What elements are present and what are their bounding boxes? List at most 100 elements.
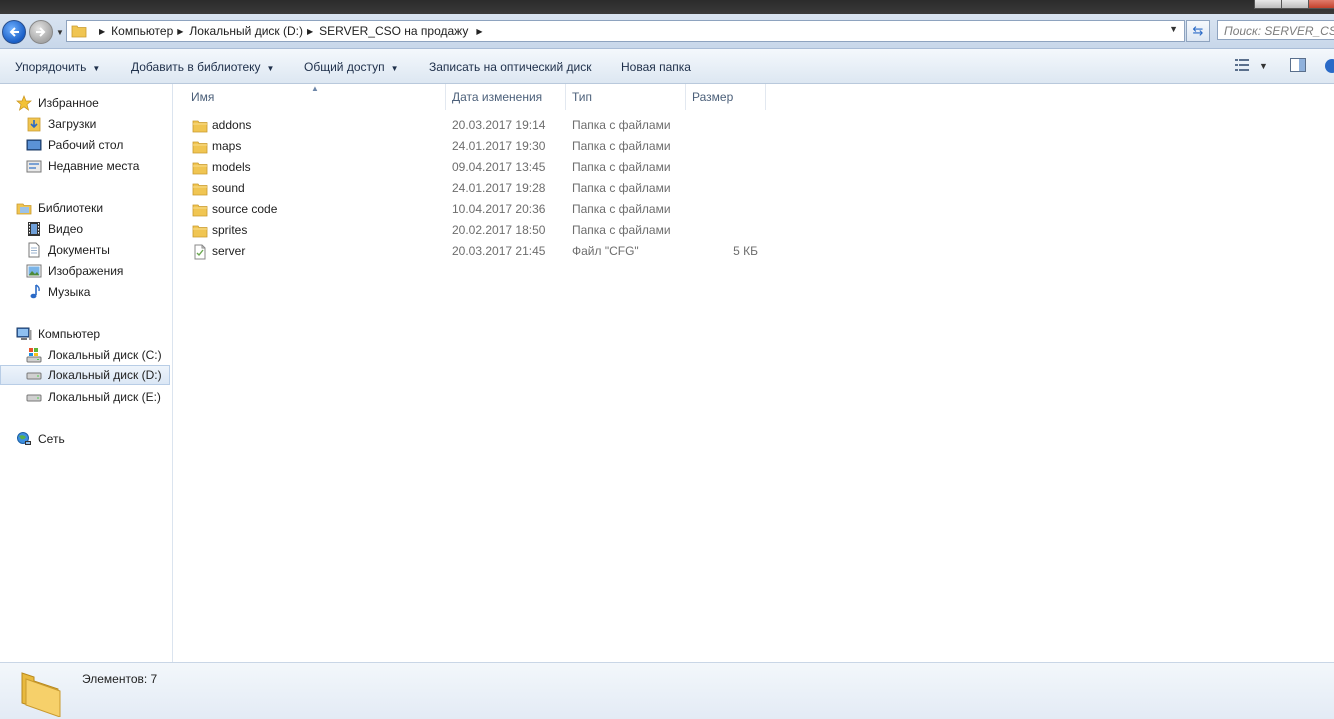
breadcrumb-computer[interactable]: ▶ Компьютер bbox=[95, 24, 173, 38]
column-header-date[interactable]: Дата изменения bbox=[452, 84, 542, 110]
new-folder-button[interactable]: Новая папка bbox=[621, 49, 691, 83]
maximize-button[interactable] bbox=[1281, 0, 1309, 9]
nav-music[interactable]: Музыка bbox=[26, 282, 90, 302]
item-count: Элементов: 7 bbox=[82, 672, 158, 686]
file-type: Папка с файлами bbox=[572, 181, 671, 195]
view-details-icon bbox=[1235, 59, 1249, 71]
star-icon bbox=[16, 95, 32, 111]
minimize-button[interactable] bbox=[1254, 0, 1282, 9]
add-to-library-button[interactable]: Добавить в библиотеку ▼ bbox=[131, 49, 274, 83]
folder-icon bbox=[192, 139, 208, 155]
file-date: 20.02.2017 18:50 bbox=[452, 223, 546, 237]
folder-icon bbox=[192, 223, 208, 239]
file-name: models bbox=[212, 160, 251, 174]
libraries-icon bbox=[16, 200, 32, 216]
breadcrumb-disk-d[interactable]: ▶ Локальный диск (D:) bbox=[173, 24, 303, 38]
burn-disc-button[interactable]: Записать на оптический диск bbox=[429, 49, 592, 83]
refresh-icon: ⇆ bbox=[1192, 23, 1204, 38]
file-name: addons bbox=[212, 118, 252, 132]
file-size: 5 КБ bbox=[733, 244, 758, 258]
file-name: source code bbox=[212, 202, 278, 216]
address-history-dropdown[interactable]: ▼ bbox=[1169, 24, 1178, 34]
command-bar: Упорядочить ▼ Добавить в библиотеку ▼ Общи… bbox=[0, 49, 1334, 84]
title-bar bbox=[0, 0, 1334, 14]
change-view-button[interactable] bbox=[1235, 58, 1251, 74]
folder-icon bbox=[192, 118, 208, 134]
folder-icon bbox=[71, 25, 87, 38]
address-bar[interactable]: ▶ Компьютер ▶ Локальный диск (D:) ▶ SERV… bbox=[66, 20, 1185, 42]
navigation-pane: Избранное Загрузки Рабочий стол Недавние… bbox=[0, 84, 173, 662]
file-row-sprites[interactable]: sprites 20.02.2017 18:50 Папка с файлами bbox=[173, 220, 773, 241]
nav-desktop[interactable]: Рабочий стол bbox=[26, 135, 123, 155]
nav-disk-e[interactable]: Локальный диск (E:) bbox=[26, 387, 161, 407]
column-header-type[interactable]: Тип bbox=[572, 84, 592, 110]
chevron-right-icon: ▶ bbox=[99, 26, 106, 36]
file-type: Папка с файлами bbox=[572, 160, 671, 174]
preview-pane-icon bbox=[1290, 58, 1306, 72]
network-icon bbox=[16, 431, 32, 447]
preview-pane-button[interactable] bbox=[1290, 58, 1306, 74]
search-input[interactable]: Поиск: SERVER_CS... bbox=[1217, 20, 1334, 40]
file-row-sound[interactable]: sound 24.01.2017 19:28 Папка с файлами bbox=[173, 178, 773, 199]
column-divider[interactable] bbox=[685, 84, 686, 110]
nav-favorites[interactable]: Избранное bbox=[16, 93, 99, 113]
arrow-left-icon bbox=[9, 27, 19, 37]
nav-pictures[interactable]: Изображения bbox=[26, 261, 123, 281]
column-divider[interactable] bbox=[765, 84, 766, 110]
folder-icon bbox=[192, 160, 208, 176]
column-header-name[interactable]: Имя bbox=[191, 84, 214, 110]
nav-videos[interactable]: Видео bbox=[26, 219, 83, 239]
nav-downloads[interactable]: Загрузки bbox=[26, 114, 96, 134]
nav-computer[interactable]: Компьютер bbox=[16, 324, 100, 344]
recent-pages-dropdown[interactable]: ▼ bbox=[56, 28, 64, 37]
nav-recent-places[interactable]: Недавние места bbox=[26, 156, 139, 176]
file-row-models[interactable]: models 09.04.2017 13:45 Папка с файлами bbox=[173, 157, 773, 178]
nav-libraries[interactable]: Библиотеки bbox=[16, 198, 103, 218]
file-row-source-code[interactable]: source code 10.04.2017 20:36 Папка с фай… bbox=[173, 199, 773, 220]
cfg-file-icon bbox=[192, 244, 208, 260]
nav-disk-c[interactable]: Локальный диск (C:) bbox=[26, 345, 162, 365]
system-drive-icon bbox=[26, 347, 42, 363]
file-name: sprites bbox=[212, 223, 248, 237]
close-button[interactable] bbox=[1308, 0, 1334, 9]
file-row-server[interactable]: server 20.03.2017 21:45 Файл "CFG" 5 КБ bbox=[173, 241, 773, 262]
file-date: 24.01.2017 19:30 bbox=[452, 139, 546, 153]
file-type: Папка с файлами bbox=[572, 223, 671, 237]
breadcrumb-current-folder[interactable]: ▶ SERVER_CSO на продажу ▶ bbox=[303, 24, 489, 38]
computer-icon bbox=[16, 326, 32, 342]
file-type: Папка с файлами bbox=[572, 139, 671, 153]
refresh-button[interactable]: ⇆ bbox=[1186, 20, 1210, 42]
folder-icon bbox=[192, 181, 208, 197]
hard-drive-icon bbox=[26, 389, 42, 405]
chevron-right-icon: ▶ bbox=[306, 26, 314, 36]
nav-disk-d[interactable]: Локальный диск (D:) bbox=[0, 365, 170, 385]
chevron-right-icon: ▶ bbox=[476, 26, 483, 36]
view-options-dropdown[interactable]: ▼ bbox=[1259, 61, 1268, 77]
column-header-size[interactable]: Размер bbox=[692, 84, 733, 110]
file-type: Папка с файлами bbox=[572, 202, 671, 216]
file-name: sound bbox=[212, 181, 245, 195]
column-divider[interactable] bbox=[445, 84, 446, 110]
nav-documents[interactable]: Документы bbox=[26, 240, 110, 260]
file-row-maps[interactable]: maps 24.01.2017 19:30 Папка с файлами bbox=[173, 136, 773, 157]
file-date: 09.04.2017 13:45 bbox=[452, 160, 546, 174]
desktop-icon bbox=[26, 137, 42, 153]
file-row-addons[interactable]: addons 20.03.2017 19:14 Папка с файлами bbox=[173, 115, 773, 136]
hard-drive-icon bbox=[26, 367, 42, 383]
organize-button[interactable]: Упорядочить ▼ bbox=[15, 49, 100, 83]
share-button[interactable]: Общий доступ ▼ bbox=[304, 49, 399, 83]
folder-icon bbox=[21, 672, 61, 717]
nav-network[interactable]: Сеть bbox=[16, 429, 65, 449]
column-divider[interactable] bbox=[565, 84, 566, 110]
help-icon bbox=[1325, 59, 1334, 73]
sort-ascending-icon: ▲ bbox=[311, 84, 319, 93]
forward-button[interactable] bbox=[29, 20, 53, 44]
back-button[interactable] bbox=[2, 20, 26, 44]
chevron-down-icon: ▼ bbox=[266, 64, 275, 73]
file-date: 20.03.2017 21:45 bbox=[452, 244, 546, 258]
address-row: ▼ ▶ Компьютер ▶ Локальный диск (D:) ▶ SE… bbox=[0, 14, 1334, 49]
downloads-folder-icon bbox=[26, 116, 42, 132]
file-type: Папка с файлами bbox=[572, 118, 671, 132]
help-button[interactable] bbox=[1324, 58, 1334, 74]
recent-places-icon bbox=[26, 158, 42, 174]
